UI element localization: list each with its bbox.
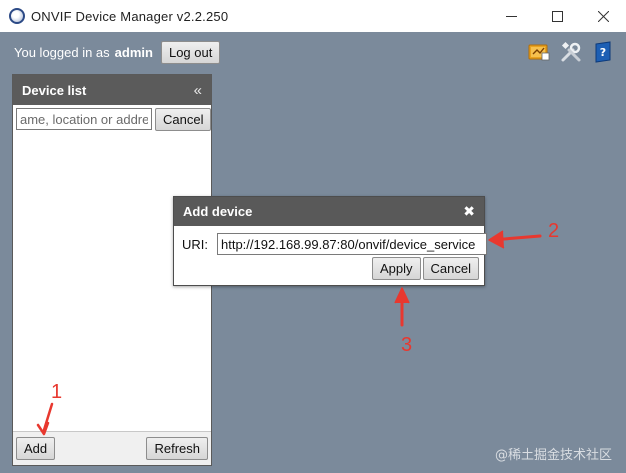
logout-button[interactable]: Log out [160,40,221,64]
tools-icon[interactable] [560,41,582,63]
maximize-button[interactable] [534,0,580,32]
refresh-button[interactable]: Refresh [146,437,208,460]
maximize-icon [551,10,563,22]
add-device-dialog: Add device ✖ URI: Apply Cancel [173,196,487,286]
app-area: You logged in as admin Log out ? Device … [0,32,626,473]
add-device-button[interactable]: Add [16,437,56,460]
annotation-number-1: 1 [51,381,63,403]
app-logo-icon [9,8,25,24]
dialog-cancel-button[interactable]: Cancel [422,257,479,280]
username: admin [114,44,153,60]
device-search-row: Cancel [16,107,212,131]
dialog-buttons: Apply Cancel [372,257,479,280]
logged-in-text: You logged in as [14,44,110,60]
title-bar: ONVIF Device Manager v2.2.250 [0,0,626,32]
search-cancel-button[interactable]: Cancel [155,107,212,131]
uri-label: URI: [182,236,208,252]
uri-input[interactable] [217,233,487,255]
device-list-footer: Add Refresh [13,431,211,465]
device-list-title: Device list [22,82,87,98]
device-list-header: Device list « [13,75,211,105]
collapse-icon[interactable]: « [194,82,202,99]
svg-text:?: ? [600,46,606,59]
close-icon [597,10,609,22]
annotation-number-3: 3 [401,334,413,356]
minimize-icon [505,15,517,17]
close-button[interactable] [580,0,626,32]
minimize-button[interactable] [488,0,534,32]
annotation-number-2: 2 [548,220,560,242]
window-title: ONVIF Device Manager v2.2.250 [31,8,229,24]
dialog-close-icon[interactable]: ✖ [463,203,475,220]
toolbar-icons: ? [528,41,614,63]
login-bar: You logged in as admin Log out [14,40,221,64]
event-log-icon[interactable] [528,41,550,63]
device-search-input[interactable] [16,108,152,130]
uri-row: URI: [182,233,487,255]
add-device-title: Add device [183,204,253,219]
add-device-header: Add device ✖ [174,197,484,226]
help-icon[interactable]: ? [592,41,614,63]
window-controls [488,0,626,32]
apply-button[interactable]: Apply [372,257,421,280]
watermark: @稀土掘金技术社区 [494,448,612,463]
